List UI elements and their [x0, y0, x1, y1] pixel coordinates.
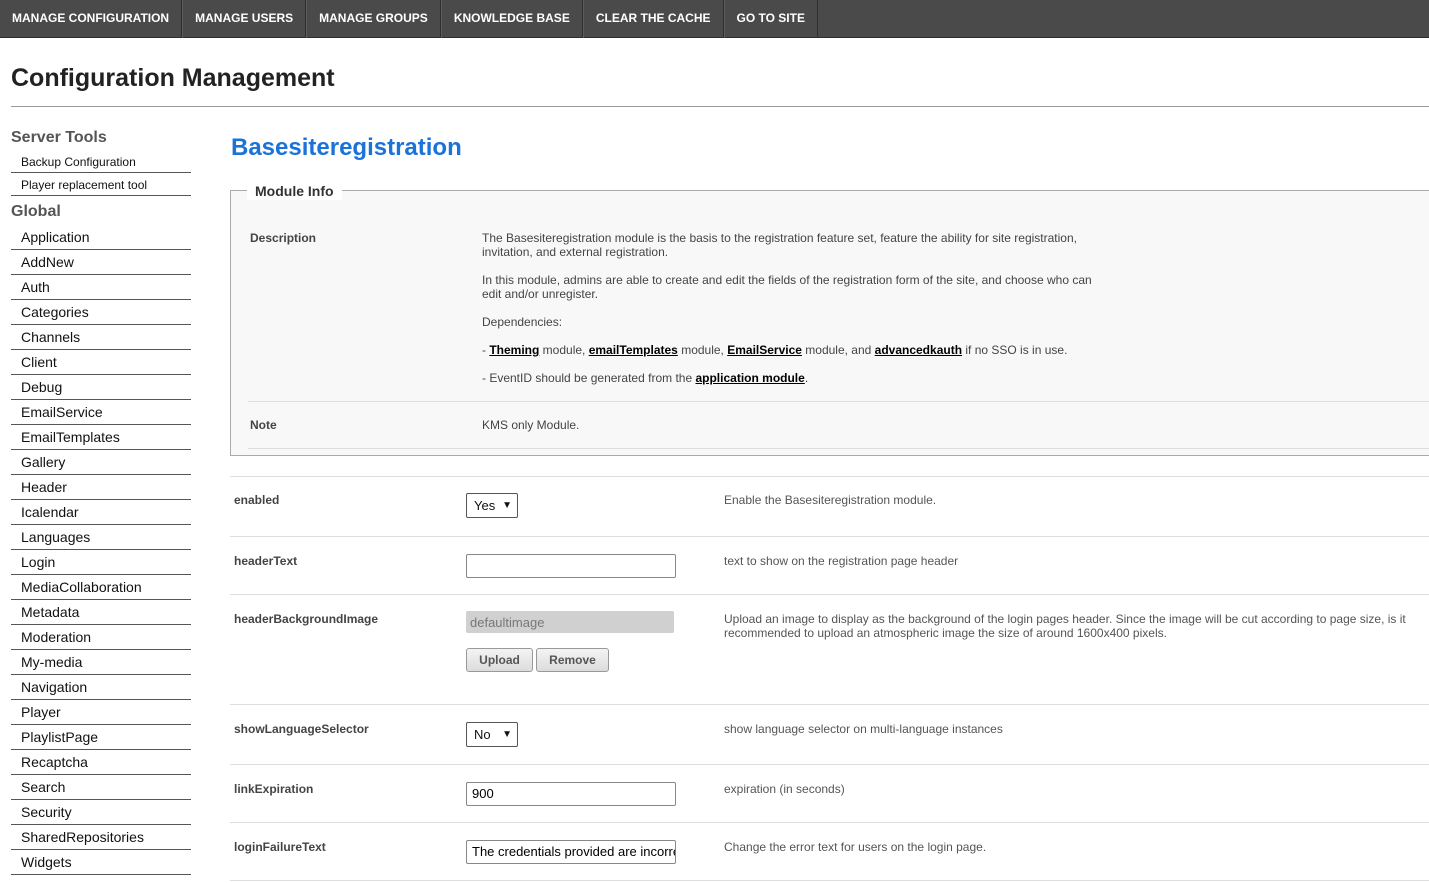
- sidebar-item-addnew[interactable]: AddNew: [11, 250, 191, 275]
- config-description: expiration (in seconds): [724, 782, 845, 796]
- config-description: Upload an image to display as the backgr…: [724, 612, 1406, 640]
- module-info-panel: Module Info Description The Basesiteregi…: [230, 182, 1429, 456]
- header-background-image-field: defaultimage: [466, 611, 674, 633]
- config-description: Enable the Basesiteregistration module.: [724, 493, 937, 507]
- config-description: Change the error text for users on the l…: [724, 840, 987, 854]
- sidebar-item-navigation[interactable]: Navigation: [11, 675, 191, 700]
- sidebar-item-emailtemplates[interactable]: EmailTemplates: [11, 425, 191, 450]
- title-divider: [11, 106, 1429, 107]
- sidebar-item-sharedrepositories[interactable]: SharedRepositories: [11, 825, 191, 850]
- sidebar-heading-global: Global: [11, 203, 61, 220]
- show-language-selector-select[interactable]: No ▼: [466, 722, 518, 747]
- nav-manage-configuration[interactable]: Manage Configuration: [0, 0, 183, 38]
- description-paragraph: The Basesiteregistration module is the b…: [482, 231, 1077, 259]
- nav-clear-the-cache[interactable]: Clear the Cache: [582, 0, 724, 38]
- sidebar-item-login[interactable]: Login: [11, 550, 191, 575]
- sidebar-item-auth[interactable]: Auth: [11, 275, 191, 300]
- module-info-legend: Module Info: [247, 182, 342, 200]
- module-title: Basesiteregistration: [231, 134, 462, 161]
- sidebar-item-recaptcha[interactable]: Recaptcha: [11, 750, 191, 775]
- sidebar-item-security[interactable]: Security: [11, 800, 191, 825]
- nav-go-to-site[interactable]: Go to Site: [723, 0, 818, 38]
- sidebar-item-emailservice[interactable]: EmailService: [11, 400, 191, 425]
- config-name: headerText: [234, 554, 298, 568]
- sidebar-item-languages[interactable]: Languages: [11, 525, 191, 550]
- sidebar-item-mediacollaboration[interactable]: MediaCollaboration: [11, 575, 191, 600]
- info-divider: [248, 448, 1429, 449]
- theming-link[interactable]: Theming: [489, 343, 539, 357]
- config-description: text to show on the registration page he…: [724, 554, 959, 568]
- chevron-down-icon: ▼: [502, 729, 512, 740]
- sidebar-item-backup-configuration[interactable]: Backup Configuration: [11, 150, 191, 173]
- sidebar-heading-server-tools: Server Tools: [11, 129, 107, 146]
- email-templates-link[interactable]: emailTemplates: [589, 343, 678, 357]
- config-description: show language selector on multi-language…: [724, 722, 1003, 736]
- config-name: enabled: [234, 493, 280, 507]
- advancedkauth-link[interactable]: advancedkauth: [875, 343, 962, 357]
- config-row-show-language-selector: showLanguageSelector No ▼ show language s…: [230, 705, 1429, 765]
- enabled-select[interactable]: Yes ▼: [466, 493, 518, 518]
- application-module-link[interactable]: application module: [695, 371, 804, 385]
- sidebar-item-player-replacement-tool[interactable]: Player replacement tool: [11, 173, 191, 196]
- config-row-link-expiration: linkExpiration 900 expiration (in second…: [230, 765, 1429, 823]
- info-divider: [248, 401, 1429, 402]
- link-expiration-input[interactable]: 900: [466, 782, 676, 806]
- remove-button[interactable]: Remove: [536, 648, 609, 672]
- upload-button[interactable]: Upload: [466, 648, 533, 672]
- note-label: Note: [250, 418, 277, 432]
- nav-manage-users[interactable]: Manage Users: [182, 0, 307, 38]
- dependencies-list-item: - EventID should be generated from the a…: [482, 371, 809, 385]
- login-failure-text-input[interactable]: The credentials provided are incorrect: [466, 840, 676, 864]
- config-name: loginFailureText: [234, 840, 326, 854]
- config-row-enabled: enabled Yes ▼ Enable the Basesiteregistra…: [230, 476, 1429, 537]
- sidebar-item-my-media[interactable]: My-media: [11, 650, 191, 675]
- sidebar-item-widgets[interactable]: Widgets: [11, 850, 191, 875]
- sidebar: Server Tools Backup Configuration Player…: [11, 126, 191, 875]
- description-label: Description: [250, 231, 317, 245]
- sidebar-item-player[interactable]: Player: [11, 700, 191, 725]
- description-paragraph: In this module, admins are able to creat…: [482, 273, 1092, 301]
- sidebar-item-categories[interactable]: Categories: [11, 300, 191, 325]
- config-name: showLanguageSelector: [234, 722, 369, 736]
- page-title: Configuration Management: [11, 64, 335, 92]
- nav-knowledge-base[interactable]: Knowledge Base: [440, 0, 583, 38]
- nav-manage-groups[interactable]: Manage Groups: [306, 0, 441, 38]
- sidebar-item-search[interactable]: Search: [11, 775, 191, 800]
- sidebar-item-debug[interactable]: Debug: [11, 375, 191, 400]
- sidebar-item-client[interactable]: Client: [11, 350, 191, 375]
- sidebar-item-gallery[interactable]: Gallery: [11, 450, 191, 475]
- note-text: KMS only Module.: [482, 418, 580, 432]
- top-navigation: Manage Configuration Manage Users Manage…: [0, 0, 1429, 38]
- sidebar-item-header[interactable]: Header: [11, 475, 191, 500]
- config-name: linkExpiration: [234, 782, 314, 796]
- sidebar-item-application[interactable]: Application: [11, 225, 191, 250]
- description-text: The Basesiteregistration module is the b…: [482, 231, 1102, 399]
- header-text-input[interactable]: [466, 554, 676, 578]
- config-row-header-text: headerText text to show on the registrat…: [230, 537, 1429, 595]
- chevron-down-icon: ▼: [502, 500, 512, 511]
- email-service-link[interactable]: EmailService: [727, 343, 802, 357]
- sidebar-item-channels[interactable]: Channels: [11, 325, 191, 350]
- config-row-login-failure-text: loginFailureText The credentials provide…: [230, 823, 1429, 881]
- sidebar-item-icalendar[interactable]: Icalendar: [11, 500, 191, 525]
- dependencies-heading: Dependencies:: [482, 315, 563, 329]
- dependencies-list-item: - Theming module, emailTemplates module,…: [482, 343, 1068, 357]
- sidebar-item-playlistpage[interactable]: PlaylistPage: [11, 725, 191, 750]
- config-row-header-background-image: headerBackgroundImage defaultimage Uploa…: [230, 595, 1429, 705]
- config-name: headerBackgroundImage: [234, 612, 379, 626]
- sidebar-item-moderation[interactable]: Moderation: [11, 625, 191, 650]
- sidebar-item-metadata[interactable]: Metadata: [11, 600, 191, 625]
